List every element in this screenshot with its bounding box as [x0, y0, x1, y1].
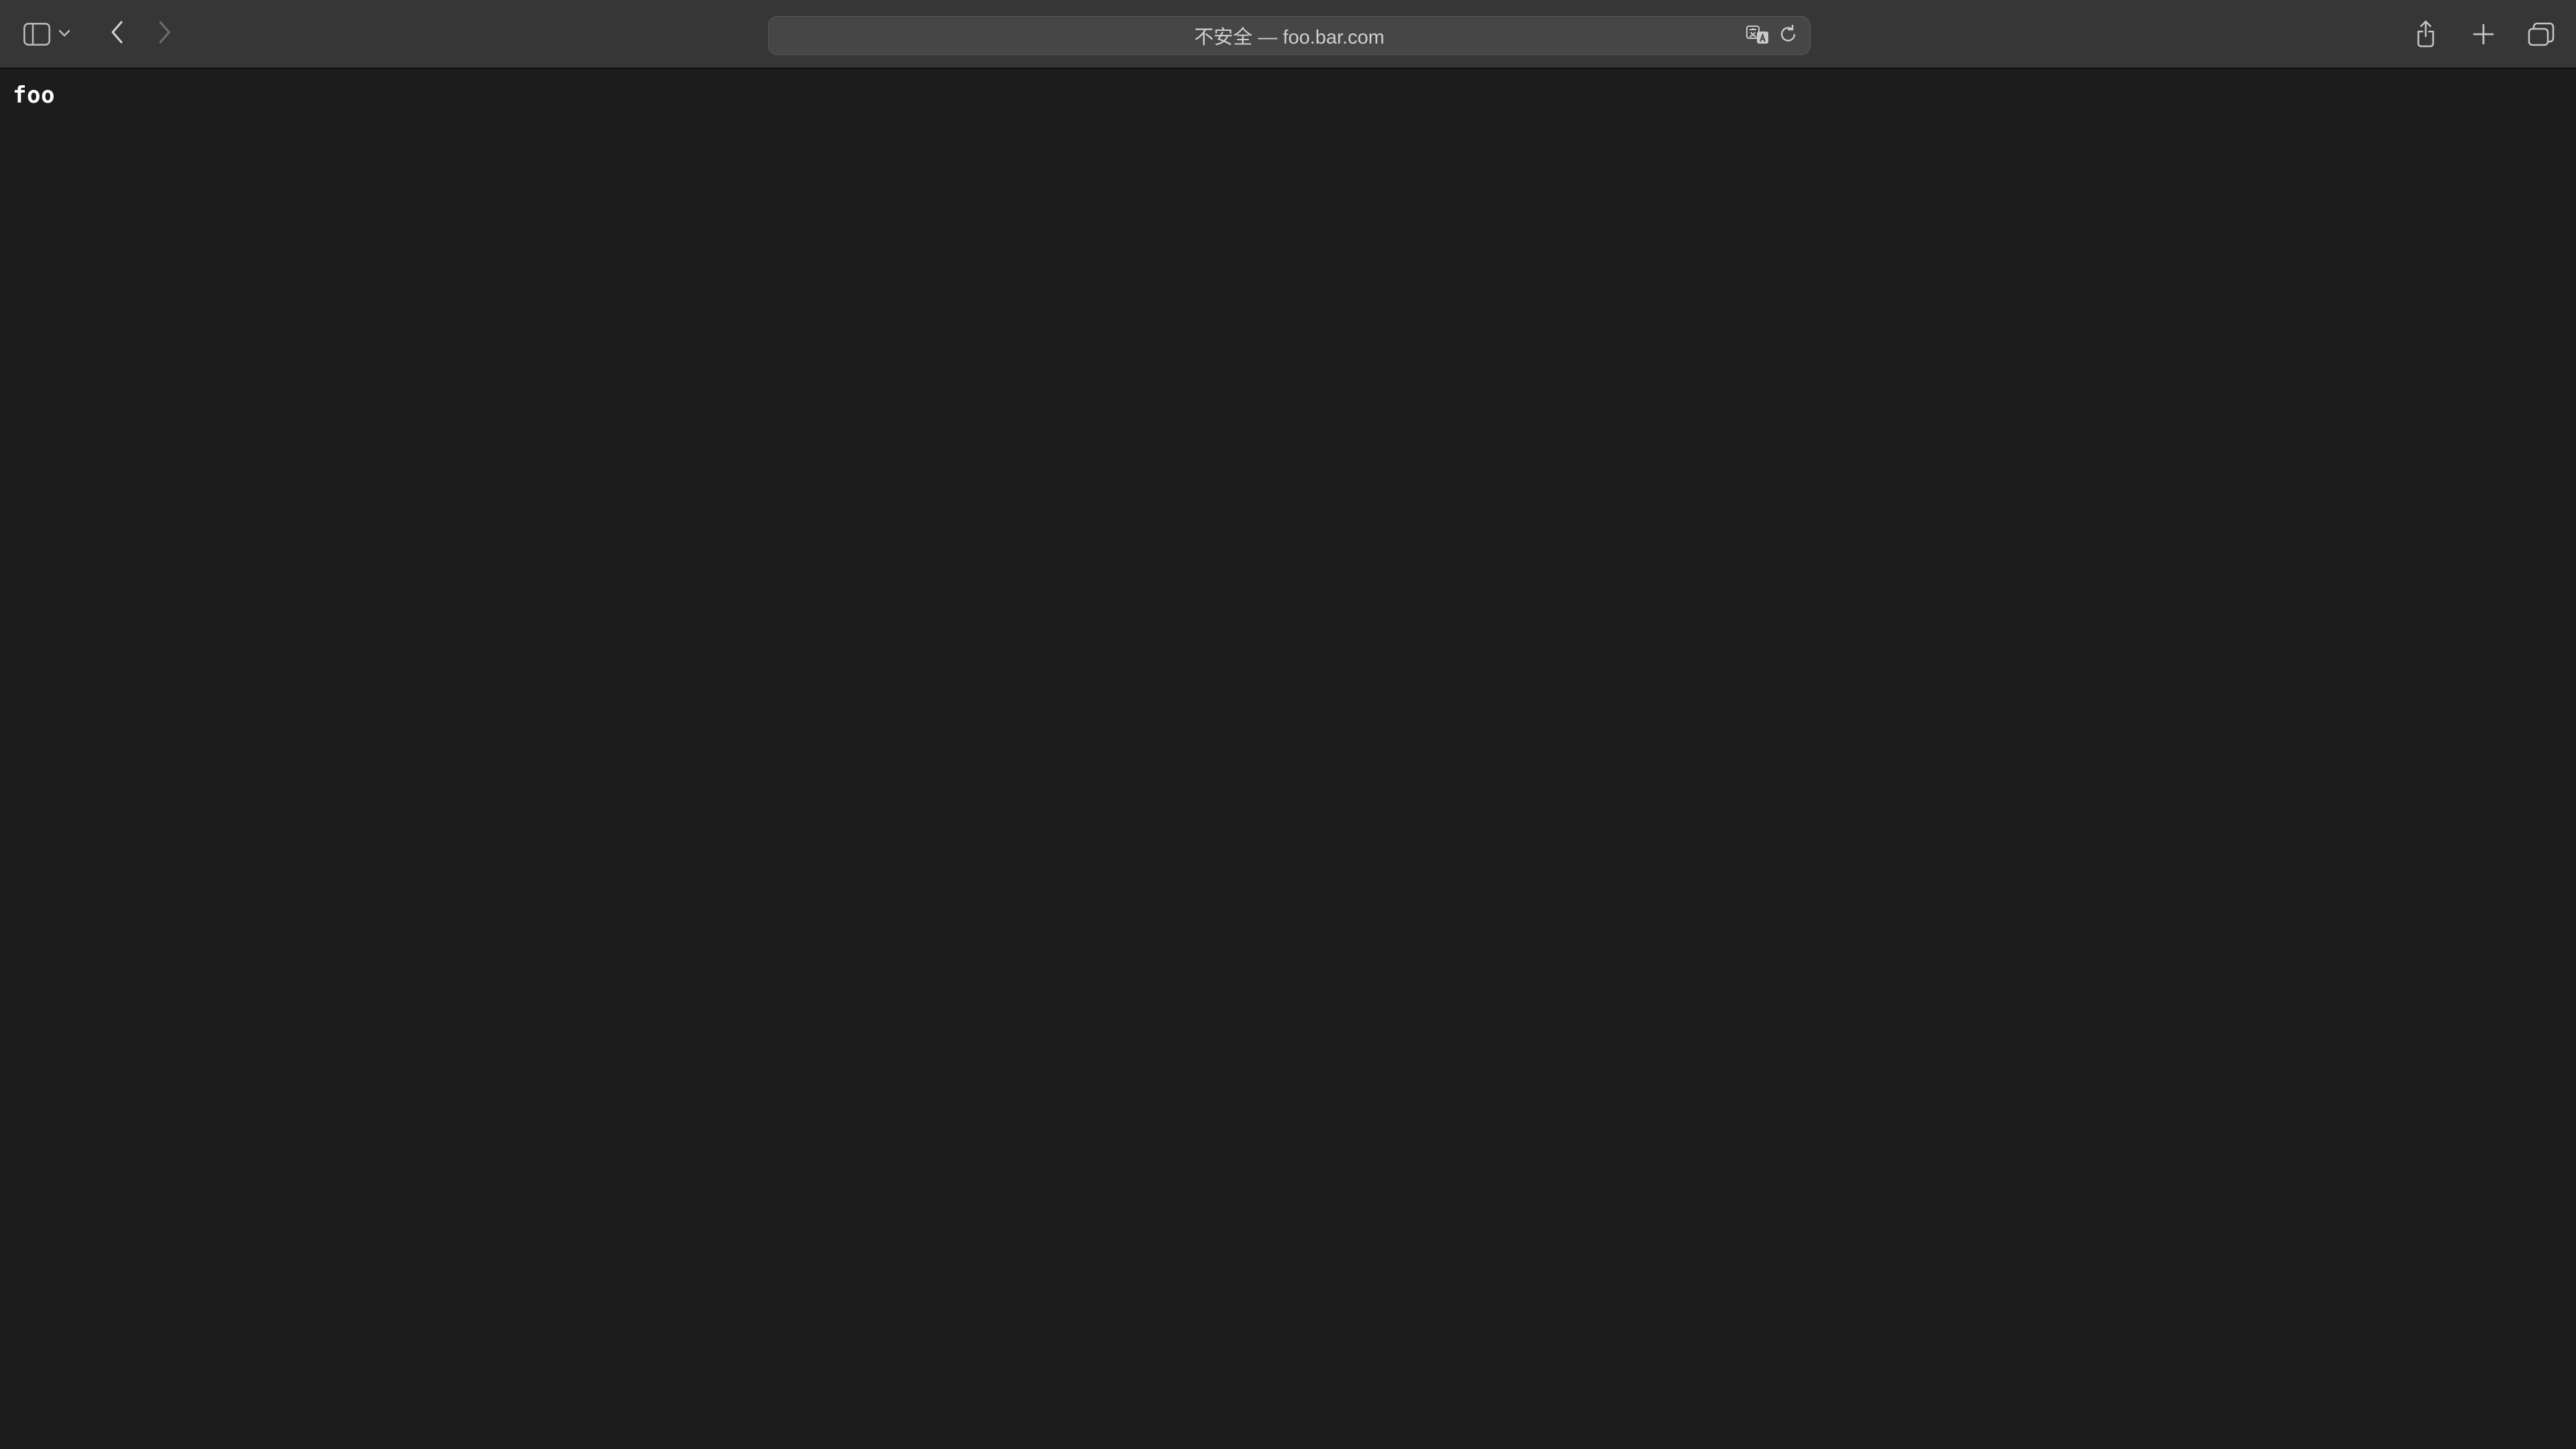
- tab-overview-button[interactable]: [2522, 17, 2560, 51]
- forward-button: [152, 17, 178, 51]
- sidebar-toggle-button[interactable]: [20, 17, 54, 51]
- page-viewport: foo: [0, 68, 2576, 1449]
- reload-icon: [1779, 24, 1798, 48]
- nav-button-group: [103, 17, 178, 51]
- chevron-down-icon: [58, 28, 70, 40]
- share-icon: [2414, 19, 2438, 49]
- address-domain: foo.bar.com: [1283, 27, 1385, 48]
- sidebar-icon: [23, 23, 50, 46]
- translate-button[interactable]: [1744, 22, 1771, 49]
- chevron-right-icon: [158, 20, 172, 48]
- tab-overview-icon: [2528, 22, 2555, 46]
- plus-icon: [2471, 22, 2496, 46]
- sidebar-toggle-group: [20, 17, 72, 51]
- browser-toolbar: 不安全 — foo.bar.com: [0, 0, 2576, 68]
- toolbar-left-group: [0, 17, 178, 51]
- address-bar-right-icons: [1744, 17, 1802, 54]
- reload-button[interactable]: [1775, 22, 1802, 49]
- share-button[interactable]: [2407, 17, 2445, 51]
- toolbar-right-group: [2407, 0, 2560, 68]
- address-security-prefix: 不安全 —: [1194, 27, 1283, 48]
- chevron-left-icon: [109, 20, 124, 48]
- address-bar-text: 不安全 — foo.bar.com: [1194, 21, 1385, 50]
- page-body-text: foo: [13, 82, 55, 109]
- back-button[interactable]: [103, 17, 130, 51]
- address-bar[interactable]: 不安全 — foo.bar.com: [768, 16, 1811, 55]
- new-tab-button[interactable]: [2465, 17, 2502, 51]
- translate-icon: [1746, 24, 1769, 48]
- sidebar-dropdown-button[interactable]: [56, 17, 72, 51]
